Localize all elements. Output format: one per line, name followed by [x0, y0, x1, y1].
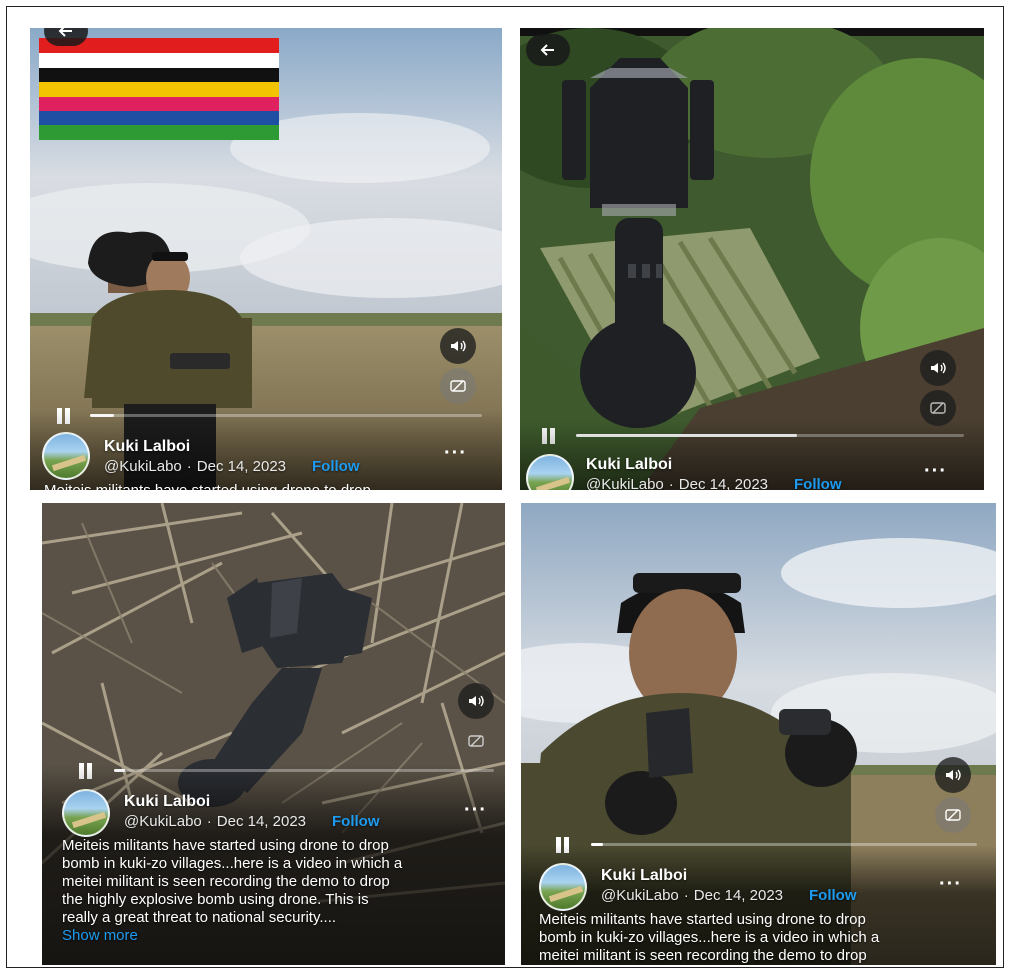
follow-button[interactable]: Follow: [794, 476, 842, 490]
speaker-icon: [931, 362, 946, 374]
user-meta: @KukiLabo · Dec 14, 2023 Follow: [601, 887, 857, 904]
more-options-icon[interactable]: ···: [939, 873, 962, 896]
avatar[interactable]: [42, 432, 90, 480]
follow-button[interactable]: Follow: [332, 813, 380, 830]
post-date: Dec 14, 2023: [678, 476, 769, 490]
volume-button[interactable]: [920, 350, 956, 386]
avatar[interactable]: [62, 789, 110, 837]
video-panel-3[interactable]: Kuki Lalboi @KukiLabo · Dec 14, 2023 Follow…: [42, 503, 505, 965]
avatar[interactable]: [539, 863, 587, 911]
post-caption: Meiteis militants have started using dro…: [44, 482, 494, 490]
back-arrow-icon: [540, 44, 554, 56]
speaker-icon: [451, 340, 466, 352]
user-handle[interactable]: @KukiLabo: [586, 476, 664, 490]
captions-icon: [450, 380, 466, 392]
more-options-icon[interactable]: ···: [444, 442, 467, 465]
volume-button[interactable]: [935, 757, 971, 793]
captions-icon: [945, 809, 961, 821]
user-name[interactable]: Kuki Lalboi: [586, 456, 672, 474]
user-handle[interactable]: @KukiLabo: [601, 887, 679, 904]
video-panel-2[interactable]: Kuki Lalboi @KukiLabo · Dec 14, 2023 Follow…: [520, 28, 984, 490]
back-button[interactable]: [526, 34, 570, 66]
captions-icon: [468, 735, 484, 747]
show-more-link[interactable]: Show more: [62, 927, 502, 945]
user-name[interactable]: Kuki Lalboi: [601, 867, 687, 885]
user-name[interactable]: Kuki Lalboi: [104, 438, 190, 456]
follow-button[interactable]: Follow: [312, 458, 360, 475]
volume-button[interactable]: [440, 328, 476, 364]
user-meta: @KukiLabo · Dec 14, 2023 Follow: [586, 476, 842, 490]
post-date: Dec 14, 2023: [196, 458, 287, 475]
more-options-icon[interactable]: ···: [924, 460, 947, 483]
post-date: Dec 14, 2023: [693, 887, 784, 904]
post-caption: Meiteis militants have started using dro…: [62, 837, 502, 945]
more-options-icon[interactable]: ···: [464, 799, 487, 822]
user-name[interactable]: Kuki Lalboi: [124, 793, 210, 811]
captions-button[interactable]: [458, 723, 494, 759]
back-arrow-icon: [58, 28, 72, 37]
user-handle[interactable]: @KukiLabo: [124, 813, 202, 830]
post-caption: Meiteis militants have started using dro…: [539, 911, 880, 964]
speaker-icon: [469, 695, 484, 707]
captions-button[interactable]: [440, 368, 476, 404]
volume-button[interactable]: [458, 683, 494, 719]
back-button[interactable]: [44, 28, 88, 46]
video-panel-1[interactable]: Kuki Lalboi @KukiLabo · Dec 14, 2023 Follow…: [30, 28, 502, 490]
captions-icon: [930, 402, 946, 414]
speaker-icon: [946, 769, 961, 781]
user-meta: @KukiLabo · Dec 14, 2023 Follow: [104, 458, 360, 475]
video-panel-4[interactable]: Kuki Lalboi @KukiLabo · Dec 14, 2023 Follow…: [521, 503, 996, 965]
captions-button[interactable]: [935, 797, 971, 833]
user-handle[interactable]: @KukiLabo: [104, 458, 182, 475]
post-date: Dec 14, 2023: [216, 813, 307, 830]
user-meta: @KukiLabo · Dec 14, 2023 Follow: [124, 813, 380, 830]
follow-button[interactable]: Follow: [809, 887, 857, 904]
